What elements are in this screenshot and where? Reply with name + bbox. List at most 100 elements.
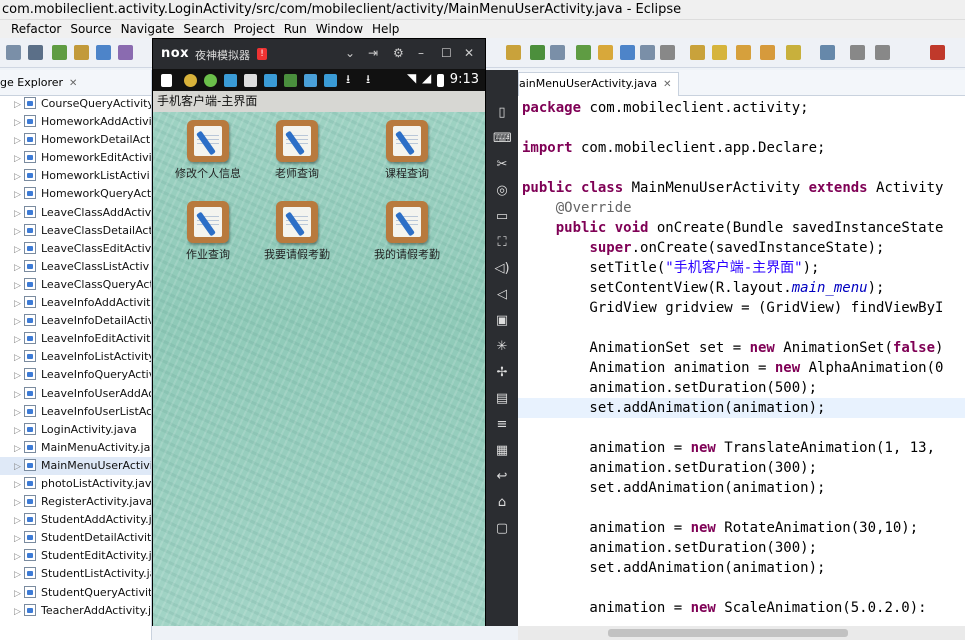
back-icon[interactable]: ↩ [493, 469, 511, 485]
multi-icon[interactable]: ▤ [493, 391, 511, 407]
minimize-icon[interactable]: – [418, 46, 424, 60]
menu-help[interactable]: Help [372, 20, 399, 38]
grid-menu-item[interactable]: 修改个人信息 [163, 120, 253, 190]
toolbar-icon[interactable] [598, 45, 613, 60]
toolbar-icon[interactable] [850, 45, 865, 60]
package-item[interactable]: ▷ StudentQueryActivity. [0, 584, 151, 602]
grid-menu-item[interactable]: 课程查询 [362, 120, 452, 190]
toolbar-icon[interactable] [6, 45, 21, 60]
toolbar-icon[interactable] [530, 45, 545, 60]
toolbar-icon[interactable] [550, 45, 565, 60]
package-explorer-tab[interactable]: ge Explorer ✕ [0, 70, 151, 96]
dropdown-icon[interactable]: ⌄ [345, 46, 355, 60]
expand-arrow-icon[interactable]: ▷ [14, 530, 24, 548]
menu-run[interactable]: Run [284, 20, 307, 38]
package-item[interactable]: ▷ LeaveInfoEditActivit [0, 330, 151, 348]
expand-arrow-icon[interactable]: ▷ [14, 548, 24, 566]
expand-arrow-icon[interactable]: ▷ [14, 150, 24, 168]
keyboard-icon[interactable]: ⌨ [493, 131, 512, 147]
location-icon[interactable]: ◎ [493, 183, 511, 199]
shake-icon[interactable]: ✢ [493, 365, 511, 381]
package-item[interactable]: ▷ LeaveInfoUserListAct [0, 403, 151, 421]
package-item[interactable]: ▷ HomeworkAddActivi [0, 113, 151, 132]
expand-arrow-icon[interactable]: ▷ [14, 313, 24, 331]
toolbar-icon[interactable] [820, 45, 835, 60]
package-item[interactable]: ▷ MainMenuUserActivi [0, 456, 151, 476]
toolbar-icon[interactable] [736, 45, 751, 60]
expand-arrow-icon[interactable]: ▷ [14, 132, 24, 150]
expand-arrow-icon[interactable]: ▷ [14, 422, 24, 440]
expand-arrow-icon[interactable]: ▷ [14, 259, 24, 277]
expand-arrow-icon[interactable]: ▷ [14, 566, 24, 584]
fullscreen-icon[interactable]: ⛶ [493, 235, 511, 251]
toolbar-icon[interactable] [930, 45, 945, 60]
volume-down-icon[interactable]: ◁ [493, 287, 511, 303]
grid-menu-item[interactable]: 我要请假考勤 [252, 201, 342, 271]
package-item[interactable]: ▷ LeaveInfoQueryActiv [0, 366, 151, 385]
toolbar-icon[interactable] [620, 45, 635, 60]
expand-arrow-icon[interactable]: ▷ [14, 440, 24, 458]
gear-icon[interactable]: ⚙ [393, 46, 404, 60]
toolbar-icon[interactable] [576, 45, 591, 60]
expand-arrow-icon[interactable]: ▷ [14, 476, 24, 494]
expand-arrow-icon[interactable]: ▷ [14, 386, 24, 404]
package-item[interactable]: ▷ HomeworkQueryAct [0, 185, 151, 203]
package-item[interactable]: ▷ LeaveInfoUserAddAc [0, 385, 151, 404]
menu-refactor[interactable]: Refactor [11, 20, 61, 38]
toolbar-icon[interactable] [96, 45, 111, 60]
package-item[interactable]: ▷ RegisterActivity.java [0, 493, 151, 512]
expand-arrow-icon[interactable]: ▷ [14, 603, 24, 621]
home-icon[interactable]: ⌂ [493, 495, 511, 511]
package-item[interactable]: ▷ photoListActivity.java [0, 475, 151, 494]
package-item[interactable]: ▷ LeaveClassListActiv [0, 258, 151, 277]
expand-arrow-icon[interactable]: ▷ [14, 96, 24, 114]
package-item[interactable]: ▷ StudentEditActivity.ja [0, 547, 151, 566]
macro-icon[interactable]: ▦ [493, 443, 511, 459]
close-icon[interactable]: ✕ [464, 46, 474, 60]
package-item[interactable]: ▷ LeaveInfoDetailActiv [0, 312, 151, 331]
package-item[interactable]: ▷ LeaveInfoListActivity. [0, 348, 151, 367]
toolbar-icon[interactable] [52, 45, 67, 60]
screen-icon[interactable]: ▭ [493, 209, 511, 225]
expand-arrow-icon[interactable]: ▷ [14, 512, 24, 530]
volume-up-icon[interactable]: ◁) [493, 261, 511, 277]
expand-arrow-icon[interactable]: ▷ [14, 367, 24, 385]
grid-menu-item[interactable]: 老师查询 [252, 120, 342, 190]
toolbar-icon[interactable] [506, 45, 521, 60]
package-item[interactable]: ▷ HomeworkDetailActi [0, 131, 151, 150]
expand-arrow-icon[interactable]: ▷ [14, 349, 24, 367]
package-item[interactable]: ▷ StudentAddActivity.ja [0, 511, 151, 530]
toolbar-icon[interactable] [760, 45, 775, 60]
menu-search[interactable]: Search [183, 20, 224, 38]
expand-arrow-icon[interactable]: ▷ [14, 458, 24, 476]
expand-arrow-icon[interactable]: ▷ [14, 241, 24, 259]
toolbar-icon[interactable] [74, 45, 89, 60]
toolbar-icon[interactable] [660, 45, 675, 60]
expand-arrow-icon[interactable]: ▷ [14, 494, 24, 512]
package-item[interactable]: ▷ HomeworkEditActivi [0, 149, 151, 168]
scrollbar-thumb[interactable] [608, 629, 848, 637]
loading-icon[interactable]: ✳ [493, 339, 511, 355]
package-item[interactable]: ▷ TeacherAddActivity.ja [0, 602, 151, 621]
menu-source[interactable]: Source [70, 20, 111, 38]
menu-window[interactable]: Window [316, 20, 363, 38]
package-item[interactable]: ▷ StudentDetailActivity. [0, 529, 151, 548]
toolbar-icon[interactable] [712, 45, 727, 60]
toolbar-icon[interactable] [640, 45, 655, 60]
cut-icon[interactable]: ✂ [493, 157, 511, 173]
toolbar-icon[interactable] [118, 45, 133, 60]
package-item[interactable]: ▷ LeaveClassDetailActi [0, 222, 151, 241]
apk-icon[interactable]: ▣ [493, 313, 511, 329]
expand-arrow-icon[interactable]: ▷ [14, 223, 24, 241]
package-item[interactable]: ▷ HomeworkListActivi [0, 167, 151, 185]
expand-arrow-icon[interactable]: ▷ [14, 295, 24, 313]
package-item[interactable]: ▷ MainMenuActivity.jav [0, 439, 151, 458]
expand-arrow-icon[interactable]: ▷ [14, 114, 24, 132]
grid-menu-item[interactable]: 我的请假考勤 [362, 201, 452, 271]
toolbar-icon[interactable] [28, 45, 43, 60]
more-icon[interactable]: ≡ [493, 417, 511, 433]
editor-tab-mainmenuuseractivity[interactable]: ainMenuUserActivity.java ✕ [518, 72, 679, 96]
package-item[interactable]: ▷ LeaveClassQueryActi [0, 276, 151, 294]
package-item[interactable]: ▷ LeaveClassAddActiv [0, 204, 151, 222]
editor-horizontal-scrollbar[interactable] [518, 626, 965, 640]
